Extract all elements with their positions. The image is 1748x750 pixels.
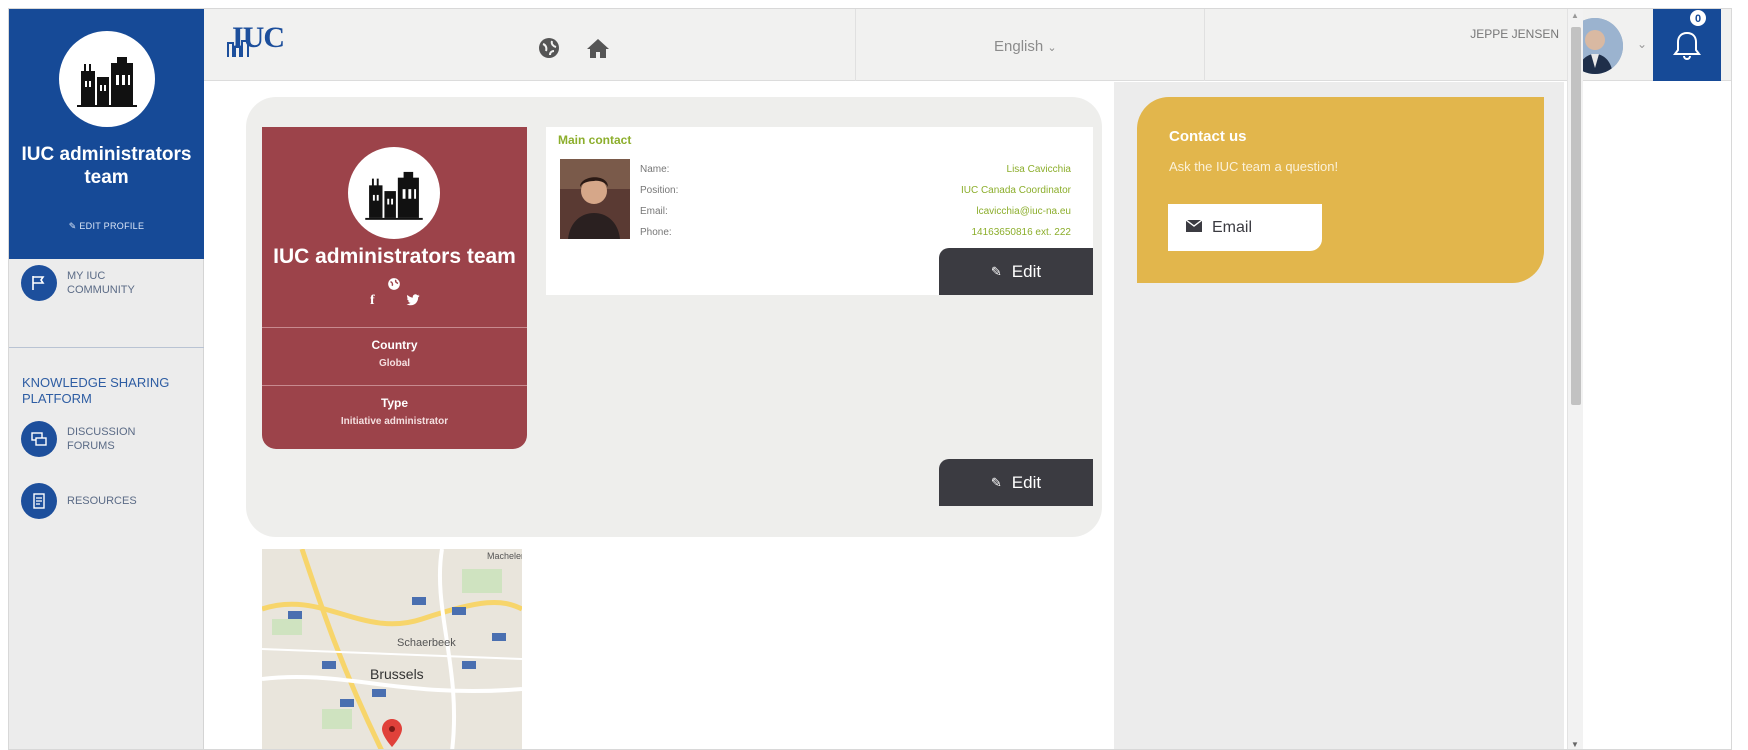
envelope-icon [1185,218,1203,237]
chevron-down-icon: ⌄ [1047,42,1057,54]
scroll-thumb[interactable] [1571,27,1581,405]
forum-icon [21,421,57,457]
globe-icon[interactable] [537,36,561,60]
edit-organization-button[interactable]: ✎ Edit [939,459,1093,506]
edit-icon: ✎ [990,263,1002,279]
country-value: Global [378,358,411,369]
edit-label: Edit [1011,472,1042,492]
twitter-icon[interactable] [406,293,420,311]
map-label: Schaerbeek [397,637,456,649]
map-label: Machelen [487,551,522,561]
contact-us-subtitle: Ask the IUC team a question! [1169,159,1339,174]
social-links: f [370,293,420,311]
website-icon[interactable] [387,277,401,291]
home-icon[interactable] [585,36,611,60]
sidebar-org-name: IUC administrators team [21,144,192,188]
sidebar-item-label: RESOURCES [67,495,137,507]
contact-position: IUC Canada Coordinator [960,185,1071,196]
brand-text: IUC [232,21,285,54]
sidebar-profile-header: IUC administrators team ✎ EDIT PROFILE [9,9,204,259]
document-icon [21,483,57,519]
contact-field-values: Lisa Cavicchia IUC Canada Coordinator lc… [961,159,1071,243]
contact-phone[interactable]: 14163650816 ext. 222 [961,222,1071,243]
sidebar-item-label: DISCUSSION FORUMS [67,426,136,452]
email-button-label: Email [1212,218,1253,236]
name-label: Name: [640,164,670,175]
location-map[interactable]: Schaerbeek Brussels Machelen [262,549,522,749]
org-name: IUC administrators team [273,245,516,268]
phone-label: Phone: [640,227,672,238]
divider [855,9,856,81]
edit-profile-label: EDIT PROFILE [79,221,145,231]
user-name[interactable]: JEPPE JENSEN [1464,26,1559,42]
chevron-down-icon[interactable]: ⌄ [1637,37,1647,51]
sidebar: IUC administrators team ✎ EDIT PROFILE M… [9,9,204,749]
org-logo[interactable] [59,31,155,127]
language-selector[interactable]: English ⌄ [994,38,1057,55]
email-button[interactable]: Email [1168,204,1322,251]
country-label: Country [371,338,418,352]
map-graphic: Schaerbeek Brussels Machelen [262,549,522,749]
divider [1204,9,1205,81]
sidebar-divider [9,347,204,348]
contact-photo [560,159,630,239]
buildings-icon [365,171,423,220]
sidebar-item-discussion-forums[interactable]: DISCUSSION FORUMS [21,421,167,457]
contact-email[interactable]: lcavicchia@iuc-na.eu [961,201,1071,222]
country-row: Country Global [262,327,527,369]
notification-badge: 0 [1689,9,1707,27]
contact-us-title: Contact us [1169,128,1247,145]
contact-title: Main contact [558,133,632,147]
bell-icon [1673,31,1701,60]
community-icon [21,265,57,301]
position-label: Position: [640,185,679,196]
app-window: IUC administrators team ✎ EDIT PROFILE M… [8,8,1732,750]
scroll-down-icon[interactable]: ▼ [1571,740,1579,749]
sidebar-item-my-community[interactable]: MY IUC COMMUNITY [21,265,167,301]
main-contact-card: Main contact Name: Position: Email: Phon… [546,127,1093,295]
type-label: Type [380,396,409,410]
contact-us-card: Contact us Ask the IUC team a question! … [1137,97,1544,283]
notifications-button[interactable] [1653,9,1721,81]
type-value: Initiative administrator [340,416,449,427]
contact-field-labels: Name: Position: Email: Phone: [640,159,678,243]
edit-label: Edit [1011,261,1042,281]
facebook-icon[interactable]: f [370,293,375,311]
edit-icon: ✎ [990,474,1002,490]
email-label: Email: [640,206,668,217]
type-row: Type Initiative administrator [262,385,527,427]
language-label: English [994,38,1044,55]
top-bar: IUC English ⌄ JEPPE JENSEN ⌄ 0 [204,9,1731,81]
org-logo [348,147,440,239]
contact-name: Lisa Cavicchia [1006,164,1071,175]
organization-card: IUC administrators team f Country Global… [262,127,527,449]
edit-contact-button[interactable]: ✎ Edit [939,248,1093,295]
scroll-up-icon[interactable]: ▲ [1571,11,1579,20]
edit-profile-link[interactable]: ✎ EDIT PROFILE [9,221,204,232]
sidebar-item-label: MY IUC COMMUNITY [67,270,135,296]
buildings-icon [77,57,137,107]
sidebar-item-resources[interactable]: RESOURCES [21,483,167,519]
sidebar-section-title: KNOWLEDGE SHARING PLATFORM [22,375,170,406]
vertical-scrollbar[interactable]: ▲ ▼ [1567,9,1583,749]
map-label: Brussels [370,666,424,682]
